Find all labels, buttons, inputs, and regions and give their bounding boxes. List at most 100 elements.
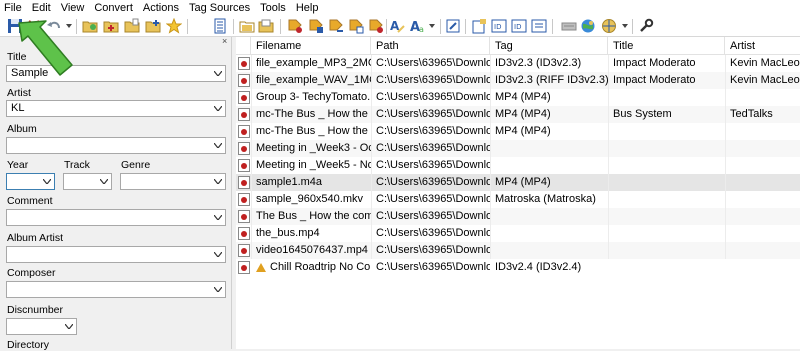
table-row[interactable]: video1645076437.mp4 C:\Users\63965\Downlo… <box>236 242 800 259</box>
quick-action-icon[interactable] <box>471 18 487 34</box>
comment-combo[interactable] <box>6 209 226 226</box>
open-playlist-icon[interactable] <box>124 18 140 34</box>
cell-artist <box>725 259 800 276</box>
table-row[interactable]: Chill Roadtrip No Co... C:\Users\63965\Do… <box>236 259 800 276</box>
cell-title <box>608 123 725 140</box>
tag-to-tag-icon[interactable] <box>328 18 344 34</box>
audio-file-icon <box>238 261 250 274</box>
chevron-down-icon[interactable] <box>214 215 222 220</box>
table-row[interactable]: sample1.m4a C:\Users\63965\Download... MP4… <box>236 174 800 191</box>
table-row[interactable]: file_example_MP3_2MG... C:\Users\63965\Do… <box>236 55 800 72</box>
table-row[interactable]: the_bus.mp4 C:\Users\63965\Download... <box>236 225 800 242</box>
playlist-icon[interactable]: ID <box>491 18 507 34</box>
genre-combo[interactable] <box>120 173 226 190</box>
artist-combo[interactable]: KL <box>6 100 226 117</box>
list-view-icon[interactable] <box>212 18 228 34</box>
chevron-down-icon[interactable] <box>214 179 222 184</box>
discnumber-combo[interactable] <box>6 318 77 335</box>
folder-open-icon[interactable] <box>258 18 274 34</box>
chevron-down-icon[interactable] <box>214 287 222 292</box>
undo-dropdown-icon[interactable] <box>66 24 72 28</box>
track-combo[interactable] <box>63 173 112 190</box>
tag-panel: × Title Sample Artist KL Album Year Trac… <box>0 37 231 351</box>
menu-edit[interactable]: Edit <box>27 0 56 16</box>
save-icon[interactable] <box>7 18 23 34</box>
tag-to-filename-icon[interactable] <box>287 18 303 34</box>
menu-view[interactable]: View <box>56 0 90 16</box>
undo-icon[interactable] <box>46 18 62 34</box>
composer-combo[interactable] <box>6 281 226 298</box>
table-row[interactable]: Meeting in _Week3 - Oct... C:\Users\63965… <box>236 140 800 157</box>
cell-artist <box>725 174 800 191</box>
column-header-tag[interactable]: Tag <box>490 37 608 55</box>
chevron-down-icon[interactable] <box>43 179 51 184</box>
column-divider <box>725 55 726 259</box>
table-row[interactable]: sample_960x540.mkv C:\Users\63965\Downloa… <box>236 191 800 208</box>
warning-icon <box>256 263 266 272</box>
tag-panel-icon[interactable] <box>531 18 547 34</box>
add-folder-icon[interactable] <box>103 18 119 34</box>
toolbar-separator <box>386 19 387 34</box>
table-row[interactable]: file_example_WAV_1MG... C:\Users\63965\Do… <box>236 72 800 89</box>
cell-artist <box>725 191 800 208</box>
column-header-path[interactable]: Path <box>371 37 490 55</box>
menu-convert[interactable]: Convert <box>89 0 138 16</box>
menu-tools[interactable]: Tools <box>255 0 291 16</box>
table-row[interactable]: The Bus _ How the comp... C:\Users\63965\… <box>236 208 800 225</box>
cell-filename: sample_960x540.mkv <box>256 193 364 205</box>
cell-title <box>608 242 725 259</box>
filter-icon[interactable]: ID <box>511 18 527 34</box>
filename-to-tag-icon[interactable] <box>308 18 324 34</box>
file-list: Filename Path Tag Title Artist file_exam… <box>236 37 800 349</box>
chevron-down-icon[interactable] <box>214 252 222 257</box>
chevron-down-icon[interactable] <box>214 106 222 111</box>
cell-artist <box>725 157 800 174</box>
cell-tag: ID3v2.4 (ID3v2.4) <box>495 261 582 273</box>
open-folder-icon[interactable] <box>82 18 98 34</box>
actions-dropdown-icon[interactable] <box>429 24 435 28</box>
freedb-icon[interactable] <box>580 18 596 34</box>
year-combo[interactable] <box>6 173 55 190</box>
cell-path: C:\Users\63965\Download... <box>376 227 490 239</box>
album-combo[interactable] <box>6 137 226 154</box>
folder-icon[interactable] <box>239 18 255 34</box>
actions-icon[interactable]: Aa <box>409 18 425 34</box>
cell-tag: ID3v2.3 (RIFF ID3v2.3) <box>495 74 608 86</box>
svg-text:ID: ID <box>514 23 521 31</box>
menu-actions[interactable]: Actions <box>138 0 184 16</box>
case-conversion-icon[interactable]: A <box>389 18 405 34</box>
table-row[interactable]: mc-The Bus _ How the c... C:\Users\63965\… <box>236 106 800 123</box>
column-header-title[interactable]: Title <box>608 37 725 55</box>
chevron-down-icon[interactable] <box>100 179 108 184</box>
tag-sources-dropdown-icon[interactable] <box>622 24 628 28</box>
title-combo[interactable]: Sample <box>6 65 226 82</box>
options-icon[interactable] <box>638 18 654 34</box>
table-row[interactable]: Meeting in _Week5 - No... C:\Users\63965\… <box>236 157 800 174</box>
column-header-filename[interactable]: Filename <box>251 37 371 55</box>
album-artist-combo[interactable] <box>6 246 226 263</box>
audio-file-icon <box>238 91 250 104</box>
table-row[interactable]: Group 3- TechyTomato... C:\Users\63965\Do… <box>236 89 800 106</box>
menu-help[interactable]: Help <box>291 0 324 16</box>
cell-title <box>608 208 725 225</box>
cell-artist: Kevin MacLeod <box>730 57 800 69</box>
table-row[interactable]: mc-The Bus _ How the c... C:\Users\63965\… <box>236 123 800 140</box>
menu-tag-sources[interactable]: Tag Sources <box>184 0 255 16</box>
menu-file[interactable]: File <box>0 0 27 16</box>
header-icon-column[interactable] <box>236 37 251 55</box>
auto-numbering-icon[interactable] <box>368 18 384 34</box>
remove-tag-icon[interactable] <box>26 18 42 34</box>
close-icon[interactable]: × <box>222 37 231 46</box>
chevron-down-icon[interactable] <box>214 143 222 148</box>
chevron-down-icon[interactable] <box>65 324 73 329</box>
cell-title <box>608 225 725 242</box>
web-source-icon[interactable] <box>561 18 577 34</box>
text-to-tag-icon[interactable] <box>348 18 364 34</box>
column-header-artist[interactable]: Artist <box>725 37 800 55</box>
svg-text:ID: ID <box>494 23 501 31</box>
folder-add-icon[interactable] <box>145 18 161 34</box>
export-icon[interactable] <box>445 18 461 34</box>
favorite-icon[interactable] <box>166 18 182 34</box>
discogs-icon[interactable] <box>601 18 617 34</box>
chevron-down-icon[interactable] <box>214 71 222 76</box>
